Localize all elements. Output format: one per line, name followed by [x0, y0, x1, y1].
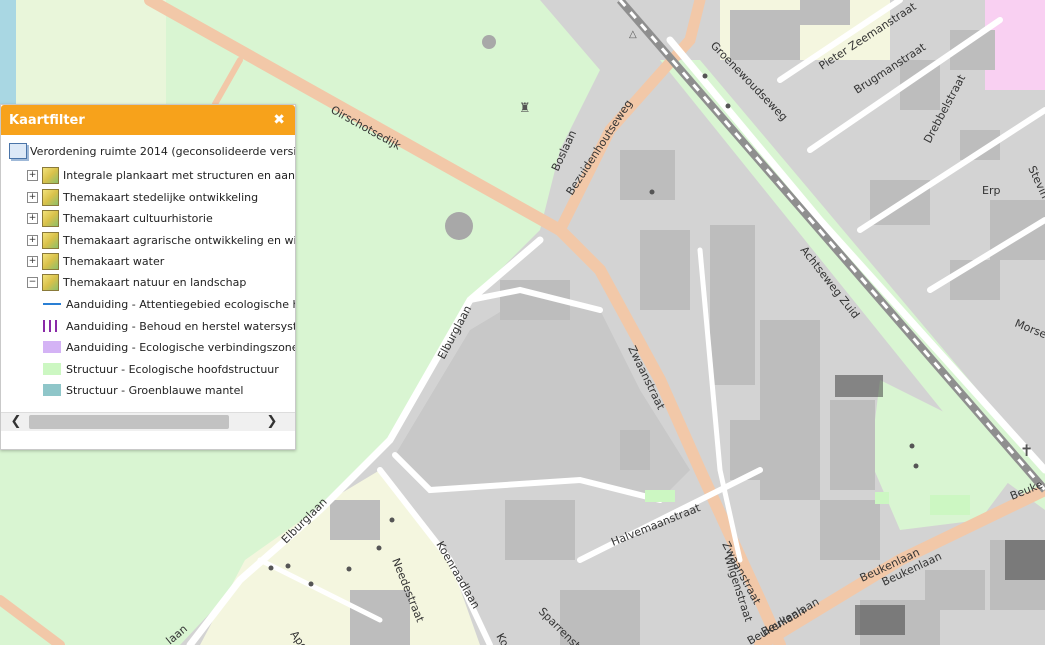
map-layer-icon [42, 231, 59, 249]
water-strip [0, 0, 16, 104]
kaartfilter-panel: Kaartfilter ✖ Verordening ruimte 2014 (g… [0, 104, 296, 450]
map-layer-icon [42, 209, 59, 227]
legend-item-watersystemen: Aanduiding - Behoud en herstel watersyst… [43, 317, 295, 335]
fill-swatch-icon [43, 341, 61, 353]
map-layer-icon [42, 166, 59, 184]
legend-label: Structuur - Ecologische hoofdstructuur [66, 362, 279, 376]
layer-item-integrale[interactable]: + Integrale plankaart met structuren en … [27, 166, 295, 184]
layer-item-stedelijk[interactable]: + Themakaart stedelijke ontwikkeling [27, 188, 258, 206]
layer-item-agrarisch[interactable]: + Themakaart agrarische ontwikkeling en … [27, 231, 295, 249]
legend-item-verbindingszone: Aanduiding - Ecologische verbindingszone [43, 338, 295, 356]
scroll-left-icon[interactable]: ❮ [3, 413, 29, 431]
fill-swatch-icon [43, 363, 61, 375]
layer-item-water[interactable]: + Themakaart water [27, 252, 164, 270]
legend-label: Aanduiding - Ecologische verbindingszone [66, 340, 295, 354]
layer-label: Themakaart water [63, 254, 165, 268]
scroll-right-icon[interactable]: ❯ [259, 413, 285, 431]
expand-icon[interactable]: + [27, 212, 38, 224]
map-layer-icon [42, 273, 59, 291]
landmark-icon [482, 35, 496, 49]
scroll-thumb[interactable] [29, 415, 229, 429]
layer-item-cultuurhistorie[interactable]: + Themakaart cultuurhistorie [27, 209, 213, 227]
legend-item-hoofdstructuur: Structuur - Ecologische hoofdstructuur [43, 360, 279, 378]
expand-icon[interactable]: + [27, 169, 38, 181]
expand-icon[interactable]: + [27, 191, 38, 203]
triangle-icon: △ [629, 29, 637, 40]
panel-title: Kaartfilter [9, 112, 85, 128]
bars-swatch-icon [43, 320, 61, 332]
park-area-top-left [16, 0, 166, 104]
legend-label: Aanduiding - Attentiegebied ecologische … [66, 297, 295, 311]
legend-item-attentiegebied: Aanduiding - Attentiegebied ecologische … [43, 295, 295, 313]
layer-label: Themakaart agrarische ontwikkeling en wi… [63, 233, 295, 247]
layer-label: Themakaart stedelijke ontwikkeling [63, 190, 259, 204]
street-label-erp: Erp [982, 184, 1000, 197]
expand-icon[interactable]: + [27, 234, 38, 246]
tree-root-item[interactable]: Verordening ruimte 2014 (geconsolideerde… [9, 143, 295, 159]
expand-icon[interactable]: + [27, 255, 38, 267]
legend-label: Structuur - Groenblauwe mantel [66, 383, 244, 397]
collapse-icon[interactable]: − [27, 276, 38, 288]
horizontal-scrollbar[interactable]: ❮ ❯ [1, 412, 295, 431]
layer-label: Integrale plankaart met structuren en aa… [63, 168, 295, 182]
church-icon: ✝ [1020, 441, 1033, 460]
legend-item-groenblauwe-mantel: Structuur - Groenblauwe mantel [43, 381, 243, 399]
legend-label: Aanduiding - Behoud en herstel watersyst… [66, 319, 295, 333]
map-layer-icon [42, 252, 59, 270]
root-label: Verordening ruimte 2014 (geconsolideerde… [30, 144, 295, 158]
map-layer-icon [42, 188, 59, 206]
line-swatch-icon [43, 303, 61, 305]
panel-header: Kaartfilter ✖ [1, 105, 295, 135]
close-button[interactable]: ✖ [273, 112, 285, 128]
layer-label: Themakaart natuur en landschap [63, 275, 247, 289]
landmark-icon-2 [445, 212, 473, 240]
layers-icon [9, 143, 27, 159]
layer-label: Themakaart cultuurhistorie [63, 211, 213, 225]
fill-swatch-icon [43, 384, 61, 396]
monument-icon: ♜ [519, 101, 531, 116]
layer-item-natuur[interactable]: − Themakaart natuur en landschap [27, 273, 246, 291]
layer-tree: Verordening ruimte 2014 (geconsolideerde… [1, 135, 295, 431]
